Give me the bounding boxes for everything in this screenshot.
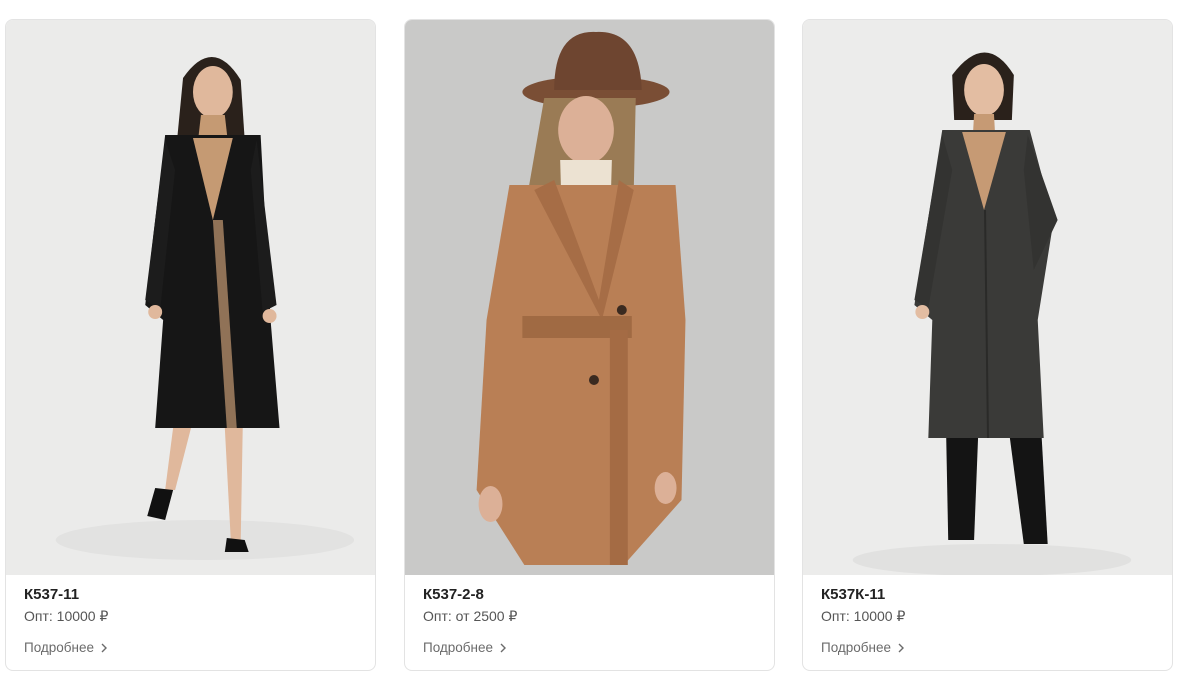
details-link[interactable]: Подробнее [24,640,109,655]
product-price: Опт: 10000 ₽ [24,608,109,624]
product-card[interactable]: К537-2-8 Опт: от 2500 ₽ Подробнее [404,19,775,671]
chevron-right-icon [101,643,108,652]
product-info: К537-11 Опт: 10000 ₽ [24,585,357,626]
product-photo-camel-coat[interactable] [405,20,774,575]
product-sku[interactable]: К537К-11 [821,585,1154,605]
chevron-right-icon [898,643,905,652]
product-photo-black-coat[interactable] [6,20,375,575]
details-link[interactable]: Подробнее [821,640,906,655]
product-photo-grey-tweed-coat[interactable] [803,20,1172,575]
details-link-label: Подробнее [24,640,95,655]
chevron-right-icon [500,643,507,652]
details-link-label: Подробнее [423,640,494,655]
product-price: Опт: 10000 ₽ [821,608,906,624]
details-link-label: Подробнее [821,640,892,655]
product-sku[interactable]: К537-2-8 [423,585,756,605]
product-card[interactable]: К537К-11 Опт: 10000 ₽ Подробнее [802,19,1173,671]
details-link[interactable]: Подробнее [423,640,508,655]
product-info: К537-2-8 Опт: от 2500 ₽ [423,585,756,626]
product-card[interactable]: К537-11 Опт: 10000 ₽ Подробнее [5,19,376,671]
product-grid: К537-11 Опт: 10000 ₽ Подробнее К537-2-8 … [0,0,1200,679]
product-info: К537К-11 Опт: 10000 ₽ [821,585,1154,626]
product-sku[interactable]: К537-11 [24,585,357,605]
product-price: Опт: от 2500 ₽ [423,608,518,624]
